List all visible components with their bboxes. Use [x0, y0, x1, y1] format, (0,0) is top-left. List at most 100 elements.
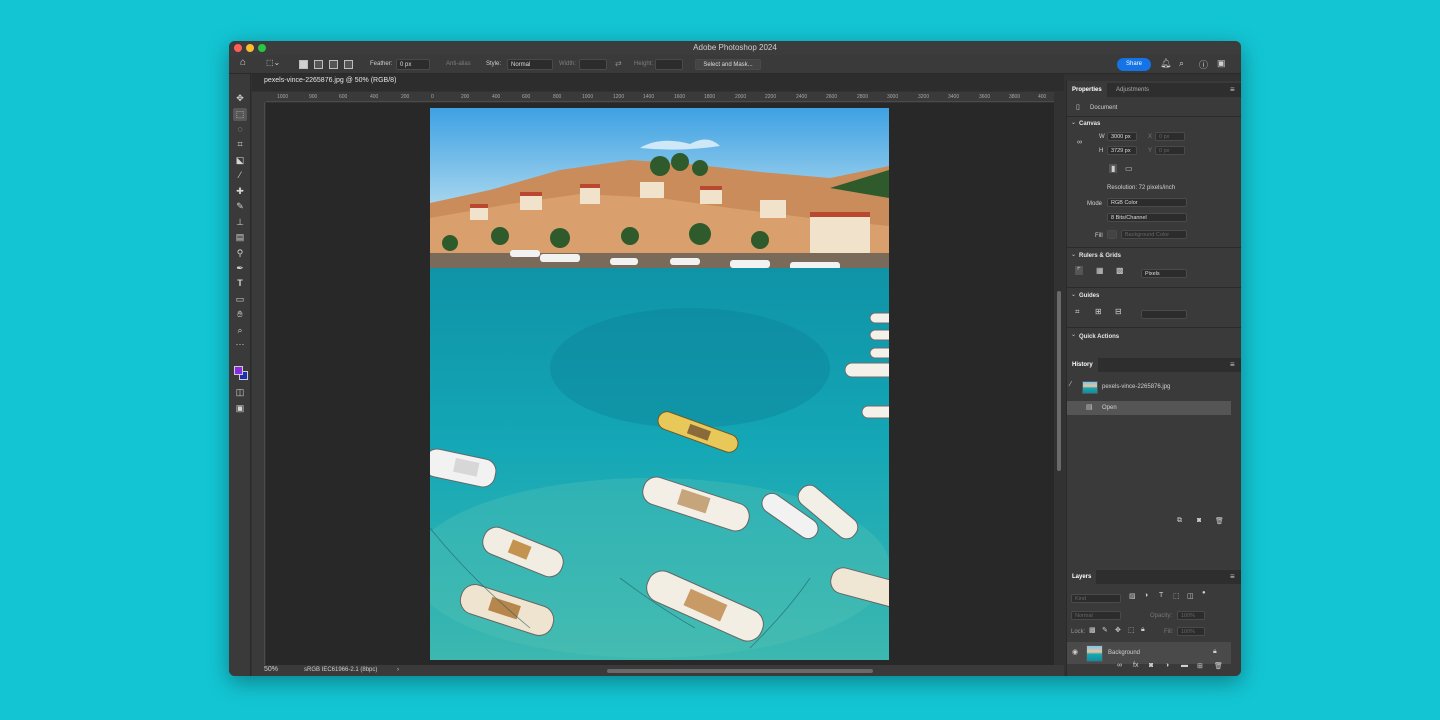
layer-name[interactable]: Background [1108, 650, 1140, 656]
ruler-toggle-icon[interactable]: ⌜ [1075, 266, 1083, 275]
crop-tool-icon[interactable]: ⌗ [233, 138, 247, 151]
adjustment-layer-icon[interactable]: ◑ [1165, 662, 1169, 669]
layer-row-background[interactable]: ◉ Background 🔒︎ [1067, 642, 1231, 664]
canvas-section-header[interactable]: Canvas [1079, 121, 1100, 127]
group-folder-icon[interactable]: ▬ [1181, 662, 1188, 669]
blur-tool-icon[interactable]: ⚲ [233, 247, 247, 260]
eye-icon[interactable]: ◉ [1072, 648, 1078, 656]
chevron-down-icon[interactable]: ⌄ [1071, 291, 1076, 298]
eyedropper-tool-icon[interactable]: ⁄ [233, 169, 247, 182]
document-image[interactable] [430, 108, 889, 660]
link-layers-icon[interactable]: ∞ [1117, 662, 1122, 669]
filter-adjustment-icon[interactable]: ◑ [1144, 592, 1148, 599]
color-profile-info[interactable]: sRGB IEC61966-2.1 (8bpc) [304, 667, 377, 673]
new-selection-icon[interactable] [299, 60, 308, 69]
canvas-area[interactable] [266, 103, 1054, 665]
rectangle-tool-icon[interactable]: ▭ [233, 293, 247, 306]
share-button[interactable]: Share [1117, 58, 1151, 71]
landscape-orientation-icon[interactable]: ▭ [1125, 164, 1133, 173]
layer-filter-kind-select[interactable]: Kind [1071, 594, 1121, 603]
chevron-down-icon[interactable]: ⌄ [1071, 331, 1076, 338]
guides-section-header[interactable]: Guides [1079, 293, 1099, 299]
history-snapshot[interactable]: ⁄ pexels-vince-2265876.jpg [1067, 380, 1231, 394]
new-document-from-state-icon[interactable]: ⧉ [1177, 517, 1182, 525]
vertical-scrollbar[interactable] [1057, 291, 1061, 471]
workspace-icon[interactable]: ▣ [1217, 58, 1226, 69]
more-tools-icon[interactable]: ··· [233, 338, 247, 351]
guide-style-select[interactable] [1141, 310, 1187, 319]
bell-icon[interactable]: 🔔︎ [1160, 58, 1171, 69]
search-icon[interactable]: ⌕ [1179, 58, 1184, 69]
ruler-units-select[interactable]: Pixels [1141, 269, 1187, 278]
pen-tool-icon[interactable]: ✒ [233, 262, 247, 275]
tab-history[interactable]: History [1067, 358, 1098, 372]
blend-mode-select[interactable]: Normal [1071, 611, 1121, 620]
hand-tool-icon[interactable]: ✋︎ [233, 308, 247, 321]
link-icon[interactable]: ∞ [1077, 139, 1082, 146]
type-tool-icon[interactable]: T [233, 277, 247, 290]
anti-alias-checkbox[interactable]: Anti-alias [446, 61, 471, 67]
filter-pixel-icon[interactable]: ▨ [1129, 592, 1136, 600]
chevron-down-icon[interactable]: ⌄ [1071, 251, 1076, 258]
lock-transparency-icon[interactable]: ▩ [1089, 626, 1096, 634]
zoom-level[interactable]: 50% [264, 666, 278, 673]
panel-menu-icon[interactable]: ≡ [1230, 85, 1235, 94]
layer-style-icon[interactable]: fx [1133, 662, 1138, 669]
object-selection-tool-icon[interactable]: ⬕ [233, 154, 247, 167]
panel-menu-icon[interactable]: ≡ [1230, 572, 1235, 581]
clone-stamp-tool-icon[interactable]: ⊥ [233, 216, 247, 229]
filter-shape-icon[interactable]: ⬚ [1173, 592, 1180, 600]
lock-position-icon[interactable]: ✥ [1115, 626, 1121, 634]
quick-mask-icon[interactable]: ◫ [233, 386, 247, 399]
tab-properties[interactable]: Properties [1067, 83, 1107, 97]
gradient-tool-icon[interactable]: ▤ [233, 231, 247, 244]
tab-layers[interactable]: Layers [1067, 570, 1097, 584]
swap-dimensions-icon[interactable]: ⇄ [615, 59, 622, 68]
add-guide-icon[interactable]: ⊞ [1095, 307, 1102, 316]
horizontal-scrollbar[interactable] [607, 669, 873, 673]
marquee-tool-icon[interactable]: ⬚ [233, 108, 247, 121]
quick-actions-section-header[interactable]: Quick Actions [1079, 334, 1119, 340]
add-selection-icon[interactable] [314, 60, 323, 69]
zoom-tool-icon[interactable]: ⌕ [233, 324, 247, 337]
lock-all-icon[interactable]: 🔒︎ [1141, 626, 1145, 634]
mode-select[interactable]: RGB Color [1107, 198, 1187, 207]
history-step[interactable]: ▤ Open [1067, 401, 1231, 415]
select-and-mask-button[interactable]: Select and Mask... [695, 59, 761, 70]
status-chevron-icon[interactable]: › [397, 667, 399, 673]
fill-select[interactable]: Background Color [1121, 230, 1187, 239]
history-brush-icon[interactable]: ⁄ [1070, 381, 1071, 388]
delete-layer-icon[interactable]: 🗑︎ [1214, 662, 1223, 670]
x-field[interactable]: 0 px [1155, 132, 1185, 141]
opacity-field[interactable]: 100% [1177, 611, 1205, 620]
add-mask-icon[interactable]: ◙ [1149, 662, 1153, 669]
camera-icon[interactable]: ◙ [1197, 517, 1201, 524]
grid-icon[interactable]: ▦ [1096, 266, 1104, 275]
rulers-grids-section-header[interactable]: Rulers & Grids [1079, 253, 1121, 259]
move-tool-icon[interactable]: ✥ [233, 92, 247, 105]
fill-opacity-field[interactable]: 100% [1177, 627, 1205, 636]
feather-input[interactable]: 0 px [396, 59, 430, 70]
lasso-tool-icon[interactable]: ◌ [233, 123, 247, 136]
brush-tool-icon[interactable]: ✎ [233, 200, 247, 213]
document-tab[interactable]: pexels-vince-2265876.jpg @ 50% (RGB/8) [264, 77, 396, 84]
height-input[interactable] [655, 59, 683, 70]
lock-pixels-icon[interactable]: ✎ [1102, 626, 1108, 634]
help-icon[interactable]: ⓘ [1199, 58, 1208, 71]
y-field[interactable]: 0 px [1155, 146, 1185, 155]
trash-icon[interactable]: 🗑︎ [1215, 517, 1224, 525]
portrait-orientation-icon[interactable]: ▮ [1109, 164, 1118, 173]
width-input[interactable] [579, 59, 607, 70]
foreground-color-swatch[interactable] [234, 366, 243, 375]
bit-depth-select[interactable]: 8 Bits/Channel [1107, 213, 1187, 222]
filter-toggle-icon[interactable]: ● [1202, 590, 1206, 596]
intersect-selection-icon[interactable] [344, 60, 353, 69]
home-icon[interactable]: ⌂ [240, 57, 246, 68]
width-field[interactable]: 3000 px [1107, 132, 1137, 141]
filter-type-icon[interactable]: T [1159, 592, 1163, 599]
tab-adjustments[interactable]: Adjustments [1111, 83, 1154, 97]
pixel-grid-icon[interactable]: ▩ [1116, 266, 1124, 275]
screen-mode-icon[interactable]: ▣ [233, 402, 247, 415]
filter-smart-object-icon[interactable]: ◫ [1187, 592, 1194, 600]
fill-color-swatch[interactable] [1107, 230, 1117, 239]
